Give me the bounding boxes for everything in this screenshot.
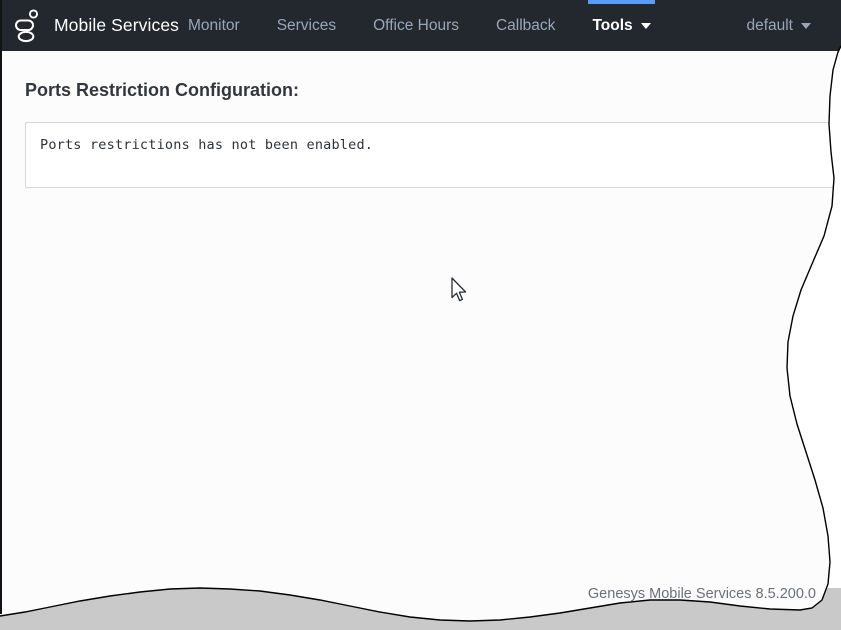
nav-item-office-hours[interactable]: Office Hours: [373, 0, 459, 51]
tenant-selector[interactable]: default: [746, 0, 811, 51]
nav-item-label: Tools: [592, 16, 633, 34]
nav-item-label: Callback: [495, 16, 556, 34]
main-content: Ports Restriction Configuration: Ports r…: [0, 51, 841, 630]
nav-item-monitor[interactable]: Monitor: [188, 0, 240, 51]
ports-restriction-result-panel: Ports restrictions has not been enabled.: [25, 122, 841, 188]
tenant-selector-label: default: [746, 16, 793, 34]
page-content-area: Mobile Services Monitor Services Office …: [0, 0, 841, 630]
genesys-logo-icon: [14, 9, 40, 43]
window-border-left: [0, 0, 2, 614]
chevron-down-icon: [641, 23, 651, 29]
brand-home-link[interactable]: Mobile Services: [14, 0, 179, 51]
ports-restriction-message: Ports restrictions has not been enabled.: [40, 137, 374, 153]
main-nav: Monitor Services Office Hours Callback T…: [188, 0, 651, 51]
nav-item-services[interactable]: Services: [277, 0, 336, 51]
nav-item-callback[interactable]: Callback: [496, 0, 555, 51]
nav-item-label: Office Hours: [373, 16, 459, 34]
nav-item-tools[interactable]: Tools: [592, 0, 650, 51]
chevron-down-icon: [801, 23, 811, 29]
browser-window: Mobile Services Monitor Services Office …: [0, 0, 841, 630]
footer-version-label: Genesys Mobile Services 8.5.200.0: [587, 586, 816, 602]
page-title: Ports Restriction Configuration:: [25, 80, 299, 100]
top-navigation-bar: Mobile Services Monitor Services Office …: [0, 0, 841, 51]
nav-item-label: Monitor: [188, 16, 240, 34]
brand-title: Mobile Services: [54, 15, 180, 35]
nav-item-label: Services: [276, 16, 337, 34]
